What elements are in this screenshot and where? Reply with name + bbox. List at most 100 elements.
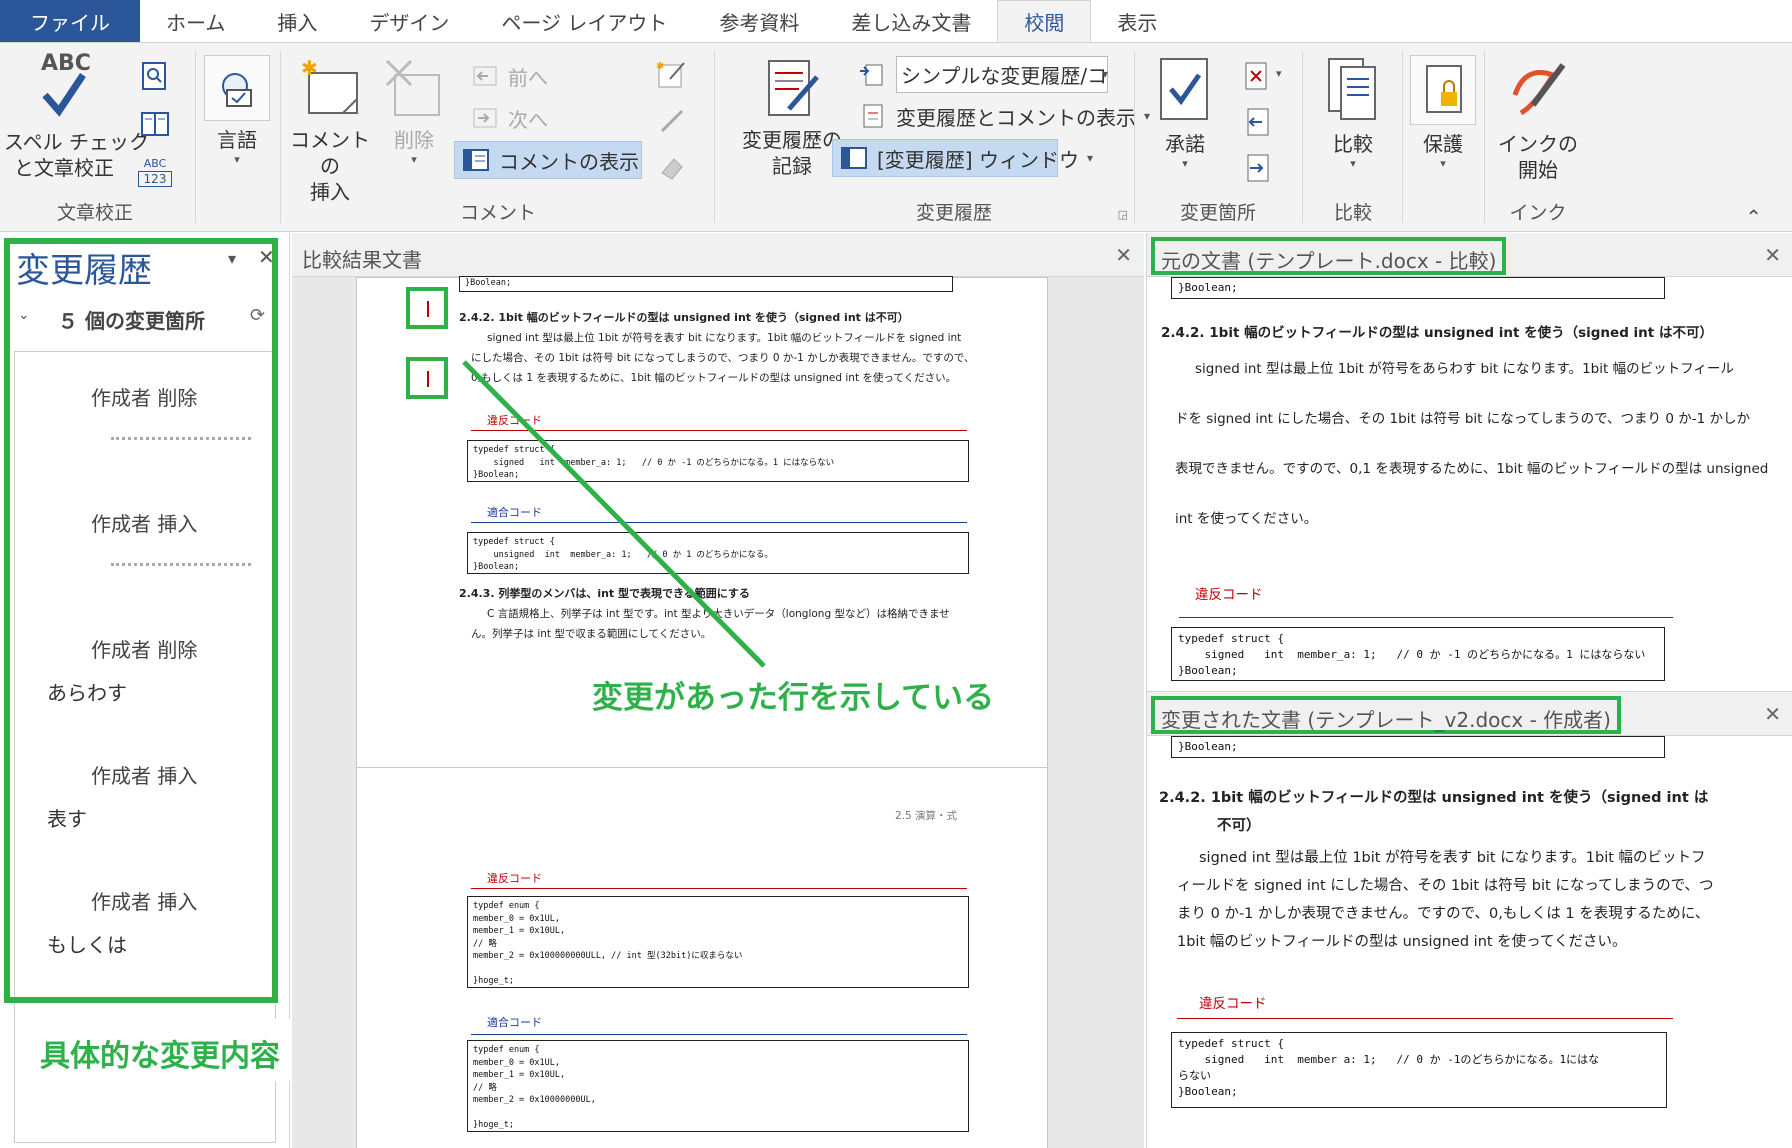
doc-line: にした場合、その 1bit は符号 bit になってしまうので、つまり 0 か-… [471, 352, 975, 364]
tab-references[interactable]: 参考資料 [693, 0, 825, 42]
modified-document-pane: 変更された文書 (テンプレート_v2.docx - 作成者) ✕ }Boolea… [1146, 691, 1792, 1148]
annotation-arrow-note: 変更があった行を示している [592, 680, 995, 716]
next-change-icon[interactable] [1242, 153, 1272, 183]
new-comment-button[interactable]: ✱ コメントの 挿入 [284, 55, 376, 205]
language-button[interactable]: 言語 ▾ [202, 55, 272, 167]
accept-label: 承諾 [1165, 132, 1205, 156]
red-divider [1177, 1018, 1673, 1019]
next-label: 次へ [508, 107, 548, 132]
close-icon[interactable]: ✕ [1764, 243, 1781, 267]
red-divider [1179, 617, 1673, 618]
tab-review[interactable]: 校閲 [997, 0, 1092, 42]
proofing-group-label: 文章校正 [56, 202, 133, 224]
research-icon[interactable] [140, 61, 170, 91]
violation-code-label: 違反コード [487, 872, 542, 885]
ink-group-label: インク [1509, 202, 1567, 224]
compare-label: 比較 [1333, 132, 1373, 156]
show-markup-button[interactable]: 変更履歴とコメントの表示 ▾ [852, 97, 1156, 135]
doc-line: 0,もしくは 1 を表現するために、1bit 幅のビットフィールドの型は uns… [471, 372, 957, 384]
document-page[interactable]: 2.5 演算・式 違反コード typdef enum { member_0 = … [356, 767, 1048, 1148]
change-line-marker[interactable] [406, 357, 448, 399]
ink-label-2: 開始 [1518, 158, 1558, 182]
modified-document-title: 変更された文書 (テンプレート_v2.docx - 作成者) [1151, 696, 1621, 734]
doc-line: 1bit 幅のビットフィールドの型は unsigned int を使ってください… [1177, 934, 1627, 950]
section-heading-242: 2.4.2. 1bit 幅のビットフィールドの型は unsigned int を… [1159, 790, 1709, 806]
chevron-down-icon: ▾ [1350, 157, 1356, 170]
compliant-code-label: 適合コード [487, 1016, 542, 1029]
word-window: ファイル ホーム 挿入 デザイン ページ レイアウト 参考資料 差し込み文書 校… [0, 0, 1792, 1148]
collapse-ribbon-icon[interactable]: ⌃ [1745, 205, 1762, 229]
doc-line: ん。列挙子は int 型で収まる範囲にしてください。 [471, 628, 712, 640]
reviewing-pane-icon [839, 143, 869, 173]
tab-home[interactable]: ホーム [140, 0, 251, 42]
accept-button[interactable]: 承諾 ▾ [1142, 55, 1228, 171]
section-heading-242: 2.4.2. 1bit 幅のビットフィールドの型は unsigned int を… [1161, 325, 1713, 341]
violation-code-label: 違反コード [1199, 996, 1267, 1012]
svg-text:✱: ✱ [656, 61, 664, 72]
word-count-icon[interactable]: ABC 123 [138, 157, 172, 193]
pen-icon[interactable] [656, 105, 688, 137]
violation-code-label: 違反コード [1195, 587, 1263, 603]
track-changes-icon [759, 55, 825, 121]
code-block: typdef enum { member_0 = 0x1UL, member_1… [467, 1040, 969, 1132]
prev-label: 前へ [508, 65, 548, 90]
chevron-down-icon: ▾ [411, 153, 417, 166]
reviewing-pane-button[interactable]: [変更履歴] ウィンドウ ▾ [832, 139, 1093, 177]
tab-design[interactable]: デザイン [343, 0, 475, 42]
code-block-top: }Boolean; [1171, 277, 1665, 299]
delete-comment-button[interactable]: 削除 ▾ [376, 55, 452, 167]
start-inking-button[interactable]: インクの 開始 [1492, 55, 1584, 183]
violation-code-label: 違反コード [487, 414, 542, 427]
changes-group-label: 変更箇所 [1179, 202, 1256, 224]
code-block-top: }Boolean; [1171, 736, 1665, 758]
markup-select-value: シンプルな変更履歴/コ… [896, 55, 1108, 93]
abc123-bottom: 123 [138, 171, 172, 187]
separator [1402, 51, 1403, 223]
tab-view[interactable]: 表示 [1091, 0, 1183, 42]
doc-line: int を使ってください。 [1175, 511, 1318, 527]
close-icon[interactable]: ✕ [1115, 243, 1132, 267]
next-comment-button[interactable]: 次へ [464, 99, 554, 137]
next-icon [470, 103, 500, 133]
compare-button[interactable]: 比較 ▾ [1310, 55, 1396, 171]
compare-icon [1323, 55, 1383, 125]
change-line-marker[interactable] [406, 287, 448, 329]
protect-button[interactable]: 保護 ▾ [1408, 55, 1478, 171]
previous-comment-button[interactable]: 前へ [464, 57, 554, 95]
section-heading-242: 2.4.2. 1bit 幅のビットフィールドの型は unsigned int を… [459, 311, 909, 324]
blue-divider [471, 1034, 967, 1035]
separator [1302, 51, 1303, 223]
spelling-grammar-button[interactable]: ABC スペル チェック と文章校正 [4, 51, 149, 181]
previous-change-icon[interactable] [1242, 107, 1272, 137]
modified-document-header: 変更された文書 (テンプレート_v2.docx - 作成者) ✕ [1147, 692, 1792, 736]
code-block: typedef struct { signed int member a: 1;… [1171, 1032, 1667, 1108]
eraser-icon[interactable] [656, 151, 688, 183]
ink-comment-icon[interactable]: ✱ [656, 59, 688, 91]
doc-line: signed int 型は最上位 1bit が符号をあらわす bit になります… [1195, 361, 1734, 377]
reject-icon[interactable] [1242, 61, 1272, 91]
tab-insert[interactable]: 挿入 [251, 0, 343, 42]
separator [280, 51, 281, 223]
dialog-launcher-icon[interactable]: ◲ [1118, 208, 1128, 221]
compared-document-header: 比較結果文書 ✕ [292, 233, 1144, 277]
chevron-down-icon: ▾ [1182, 157, 1188, 170]
group-tracking: 変更履歴の 記録 シンプルな変更履歴/コ… ▾ 変更履歴とコメントの表示 ▾ [… [718, 47, 1150, 227]
annotation-highlight-box [4, 238, 278, 1003]
group-proofing: ABC スペル チェック と文章校正 ABC 123 文章校正 [0, 47, 190, 227]
close-icon[interactable]: ✕ [1764, 702, 1781, 726]
comments-group-label: コメント [459, 202, 536, 224]
language-icon [204, 55, 270, 121]
show-comments-button[interactable]: コメントの表示 [454, 141, 642, 179]
markup-display-select[interactable]: シンプルな変更履歴/コ… ▾ [852, 55, 1116, 93]
tab-mailings[interactable]: 差し込み文書 [825, 0, 997, 42]
start-inking-icon [1505, 55, 1571, 125]
thesaurus-icon[interactable] [140, 109, 170, 139]
tab-file[interactable]: ファイル [0, 0, 140, 42]
compare-group-label: 比較 [1333, 202, 1372, 224]
chevron-down-icon[interactable]: ▾ [1276, 67, 1282, 80]
original-document-pane: 元の文書 (テンプレート.docx - 比較) ✕ }Boolean; 2.4.… [1146, 233, 1792, 691]
doc-line: 表現できません。ですので、0,1 を表現するために、1bit 幅のビットフィール… [1175, 461, 1769, 477]
separator [1484, 51, 1485, 223]
separator [1134, 51, 1135, 223]
tab-page-layout[interactable]: ページ レイアウト [475, 0, 693, 42]
